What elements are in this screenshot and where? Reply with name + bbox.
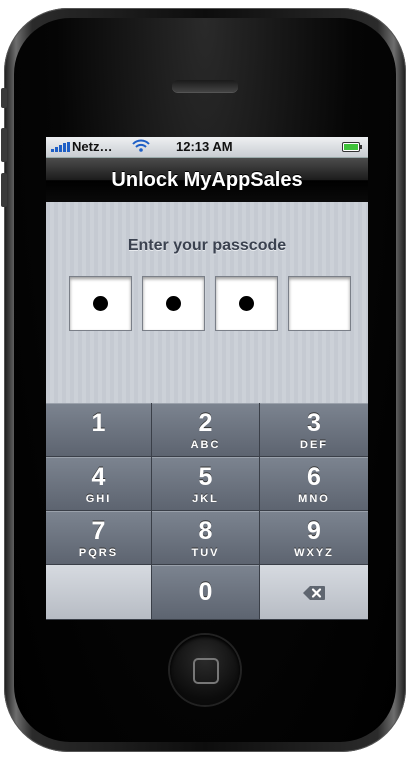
key-letters: WXYZ (294, 547, 334, 559)
numeric-keypad: 1 2 ABC 3 DEF 4 GHI 5 JKL 6 MNO 7 PQRS 8 (46, 403, 368, 620)
passcode-dot (166, 296, 181, 311)
key-number: 4 (91, 463, 106, 491)
status-time: 12:13 AM (176, 139, 233, 154)
passcode-digit-box (69, 276, 132, 331)
key-2[interactable]: 2 ABC (152, 403, 260, 457)
signal-bars-icon (51, 142, 70, 152)
key-letters: JKL (192, 493, 219, 505)
key-number: 7 (91, 517, 106, 545)
key-number: 5 (198, 463, 213, 491)
carrier-name: Netz… (72, 139, 113, 154)
passcode-digit-box (142, 276, 205, 331)
key-number: 0 (198, 578, 213, 606)
backspace-icon (302, 585, 326, 606)
wifi-icon (132, 139, 150, 156)
passcode-area: Enter your passcode (46, 202, 368, 403)
key-letters: TUV (191, 547, 220, 559)
key-empty (46, 565, 152, 620)
key-4[interactable]: 4 GHI (46, 457, 152, 511)
passcode-prompt: Enter your passcode (127, 237, 287, 254)
volume-down-button (1, 173, 7, 207)
volume-up-button (1, 128, 7, 162)
nav-title: Unlock MyAppSales (111, 169, 303, 191)
delete-key[interactable] (260, 565, 368, 620)
passcode-dot (239, 296, 254, 311)
key-number: 3 (307, 409, 321, 437)
passcode-digit-box (288, 276, 351, 331)
passcode-dot (93, 296, 108, 311)
key-number: 6 (307, 463, 321, 491)
status-bar: Netz… 12:13 AM (46, 137, 368, 158)
key-1[interactable]: 1 (46, 403, 152, 457)
mute-switch (1, 88, 7, 108)
key-9[interactable]: 9 WXYZ (260, 511, 368, 565)
key-number: 9 (307, 517, 321, 545)
key-8[interactable]: 8 TUV (152, 511, 260, 565)
home-button[interactable] (170, 635, 240, 705)
earpiece-speaker (172, 80, 238, 92)
key-number: 2 (198, 409, 213, 437)
key-7[interactable]: 7 PQRS (46, 511, 152, 565)
key-0[interactable]: 0 (152, 565, 260, 620)
passcode-digit-box (215, 276, 278, 331)
key-letters: MNO (298, 493, 330, 505)
key-letters: ABC (190, 439, 221, 451)
key-number: 8 (198, 517, 213, 545)
key-number: 1 (91, 409, 106, 437)
navigation-bar: Unlock MyAppSales (46, 158, 368, 202)
key-letters: GHI (85, 493, 112, 505)
screen: Netz… 12:13 AM Unlock MyAppSales Enter y… (46, 137, 368, 620)
battery-icon (342, 142, 362, 152)
passcode-fields (69, 276, 351, 331)
key-3[interactable]: 3 DEF (260, 403, 368, 457)
key-5[interactable]: 5 JKL (152, 457, 260, 511)
key-letters: PQRS (78, 547, 119, 559)
key-6[interactable]: 6 MNO (260, 457, 368, 511)
key-letters: DEF (300, 439, 328, 451)
home-square-icon (193, 658, 219, 684)
